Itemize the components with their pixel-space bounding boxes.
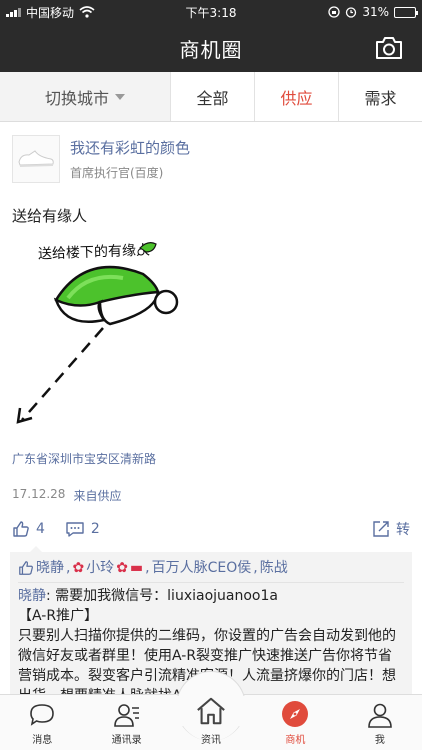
comment-icon xyxy=(66,521,84,537)
post-header: 我还有彩虹的颜色 首席执行官(百度) xyxy=(0,122,422,183)
tab-contacts[interactable]: 通讯录 xyxy=(84,695,168,750)
city-switch-label: 切换城市 xyxy=(44,88,109,108)
carrier: 中国移动 xyxy=(26,5,75,20)
liker-name[interactable]: 晓静 xyxy=(36,558,64,578)
comment-text: 需要加我微信号：liuxiaojuanoo1a xyxy=(55,588,278,604)
city-switch-dropdown[interactable]: 切换城市 xyxy=(0,72,170,121)
contacts-icon xyxy=(113,704,139,727)
tab-label: 通讯录 xyxy=(111,735,142,746)
post-author[interactable]: 我还有彩虹的颜色 xyxy=(70,137,190,158)
comment-count: 2 xyxy=(90,521,100,537)
liker-name[interactable]: 小玲 xyxy=(86,558,114,578)
santa-hat-drawing xyxy=(16,242,179,424)
flower-emoji-icon: ✿ xyxy=(116,560,128,576)
bottom-tab-bar: 消息 通讯录 资讯 商机 我 xyxy=(0,671,422,750)
post-location[interactable]: 广东省深圳市宝安区清新路 xyxy=(0,450,422,467)
sneaker-image xyxy=(18,150,54,167)
post-actions: 4 2 转 xyxy=(0,518,422,540)
compass-icon xyxy=(282,701,309,727)
top-bar: 中国移动 下午3:18 31% 商机圈 xyxy=(0,0,422,72)
forward-label: 转 xyxy=(396,522,410,538)
post-text: 送给有缘人 xyxy=(12,207,88,225)
app-screen: 中国移动 下午3:18 31% 商机圈 切换城市 全部 供应 需求 我还有彩虹的… xyxy=(0,0,422,750)
liked-by-list: 晓静 , ✿ 小玲 ✿ ▬ , 百万人脉CEO侯 , 陈战 xyxy=(18,558,404,583)
wifi-icon xyxy=(79,6,95,18)
feed[interactable]: 我还有彩虹的颜色 首席执行官(百度) 送给有缘人 送给楼下的有缘人 广东省深圳市… xyxy=(0,122,422,694)
tab-messages[interactable]: 消息 xyxy=(0,695,84,750)
tab-news[interactable]: 资讯 xyxy=(169,695,253,750)
signal-icon xyxy=(6,7,21,17)
liker-name[interactable]: 陈战 xyxy=(260,558,288,578)
camera-icon[interactable] xyxy=(374,35,404,61)
post-meta: 17.12.28 来自供应 xyxy=(0,487,422,504)
avatar[interactable] xyxy=(12,135,60,183)
comment-author[interactable]: 晓静 xyxy=(18,588,46,604)
comment-item: 晓静: 需要加我微信号：liuxiaojuanoo1a xyxy=(18,588,278,604)
car-emoji-icon: ▬ xyxy=(129,560,144,576)
like-button[interactable]: 4 xyxy=(12,520,45,538)
forward-button[interactable]: 转 xyxy=(372,519,410,539)
chat-bubble-icon xyxy=(30,704,55,726)
tab-me[interactable]: 我 xyxy=(338,695,422,750)
image-caption: 送给楼下的有缘人 xyxy=(38,243,150,263)
tab-all[interactable]: 全部 xyxy=(170,72,254,121)
page-title: 商机圈 xyxy=(179,37,243,62)
tab-label: 商机 xyxy=(285,735,306,746)
post-image[interactable]: 送给楼下的有缘人 xyxy=(8,232,208,452)
tab-label: 消息 xyxy=(32,735,53,746)
tab-business[interactable]: 商机 xyxy=(253,695,337,750)
title-bar: 商机圈 xyxy=(0,24,422,72)
share-icon xyxy=(373,521,389,537)
tab-demand[interactable]: 需求 xyxy=(338,72,422,121)
battery-percent: 31% xyxy=(362,5,389,19)
tab-label: 资讯 xyxy=(201,735,222,746)
comment-button[interactable]: 2 xyxy=(65,521,100,538)
thumbs-up-icon xyxy=(13,521,29,537)
person-icon xyxy=(368,703,392,728)
filter-bar: 切换城市 全部 供应 需求 xyxy=(0,72,422,122)
tab-supply[interactable]: 供应 xyxy=(254,72,338,121)
like-count: 4 xyxy=(36,521,45,537)
thumbs-up-icon xyxy=(19,561,33,575)
post-author-title: 首席执行官(百度) xyxy=(70,166,164,180)
caret-down-icon xyxy=(115,93,125,100)
liker-name[interactable]: 百万人脉CEO侯 xyxy=(152,558,252,578)
post-date: 17.12.28 xyxy=(12,487,66,501)
post-card: 我还有彩虹的颜色 首席执行官(百度) 送给有缘人 送给楼下的有缘人 广东省深圳市… xyxy=(0,122,422,694)
status-bar: 中国移动 下午3:18 31% xyxy=(0,0,422,24)
tab-label: 我 xyxy=(374,735,385,746)
battery-icon xyxy=(394,6,418,18)
alarm-icon xyxy=(346,7,357,18)
home-icon xyxy=(197,697,225,725)
post-source[interactable]: 来自供应 xyxy=(73,487,121,504)
rotation-lock-icon xyxy=(328,6,340,18)
flower-emoji-icon: ✿ xyxy=(72,560,85,576)
